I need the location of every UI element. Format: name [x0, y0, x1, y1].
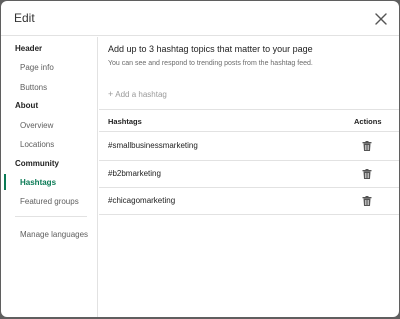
sidebar-item-overview[interactable]: Overview	[20, 121, 53, 130]
dialog-header: Edit	[1, 1, 399, 36]
trash-icon	[362, 196, 372, 206]
sidebar-section-about: About	[15, 101, 39, 110]
delete-hashtag-button[interactable]	[361, 139, 373, 151]
sidebar-section-community: Community	[15, 159, 59, 168]
table-row: #b2bmarketing	[99, 160, 399, 188]
panel-subtext: You can see and respond to trending post…	[108, 60, 313, 67]
trash-icon	[362, 141, 372, 151]
close-icon	[375, 13, 387, 25]
delete-hashtag-button[interactable]	[361, 194, 373, 206]
table-row: #chicagomarketing	[99, 187, 399, 215]
sidebar-item-page-info[interactable]: Page info	[20, 63, 54, 72]
close-button[interactable]	[371, 9, 391, 29]
sidebar-item-locations[interactable]: Locations	[20, 140, 54, 149]
edit-dialog: Edit Header Page info Buttons About Over…	[1, 1, 399, 317]
add-hashtag-button[interactable]: + Add a hashtag	[108, 89, 167, 99]
panel-heading: Add up to 3 hashtag topics that matter t…	[108, 44, 313, 54]
delete-hashtag-button[interactable]	[361, 167, 373, 179]
table-top-divider	[99, 109, 399, 110]
hashtags-panel: Add up to 3 hashtag topics that matter t…	[99, 37, 399, 317]
sidebar-item-featured-groups[interactable]: Featured groups	[20, 197, 79, 206]
trash-icon	[362, 169, 372, 179]
active-indicator	[4, 174, 6, 190]
manage-languages-link[interactable]: Manage languages	[20, 230, 88, 239]
col-header-hashtags: Hashtags	[108, 117, 142, 126]
row-divider	[99, 214, 399, 215]
sidebar-section-header: Header	[15, 44, 43, 53]
plus-icon: +	[108, 89, 114, 99]
add-hashtag-label: Add a hashtag	[115, 90, 167, 99]
dialog-title: Edit	[14, 11, 35, 25]
sidebar-item-buttons[interactable]: Buttons	[20, 83, 47, 92]
hashtag-text: #chicagomarketing	[108, 196, 176, 205]
hashtag-text: #smallbusinessmarketing	[108, 141, 198, 150]
sidebar-item-hashtags[interactable]: Hashtags	[20, 178, 56, 187]
hashtag-text: #b2bmarketing	[108, 169, 161, 178]
table-row: #smallbusinessmarketing	[99, 132, 399, 160]
sidebar-divider	[15, 216, 87, 217]
col-header-actions: Actions	[354, 117, 382, 126]
sidebar: Header Page info Buttons About Overview …	[1, 37, 98, 317]
